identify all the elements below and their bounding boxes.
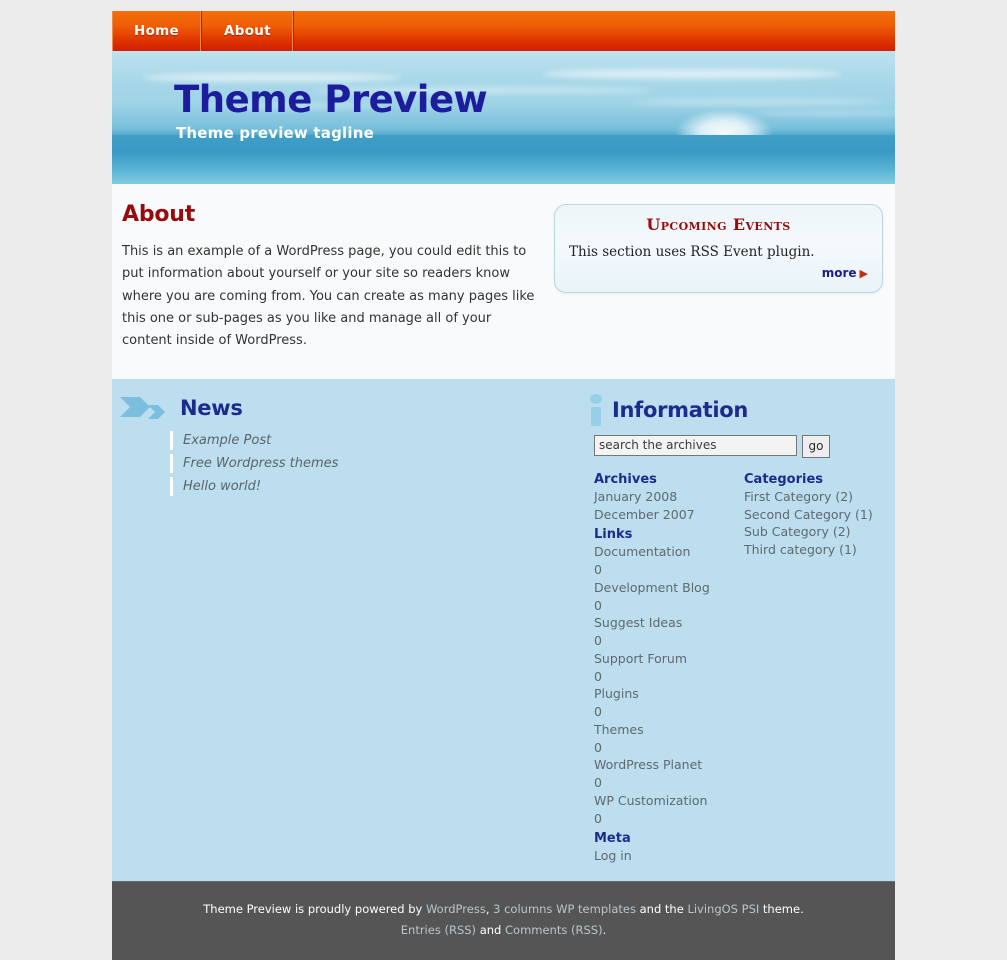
footer-line-2: Entries (RSS) and Comments (RSS). xyxy=(112,920,895,941)
search-input[interactable] xyxy=(594,434,797,456)
list-item-count: 0 xyxy=(594,810,602,826)
footer-text: and xyxy=(476,923,505,938)
upcoming-events-title: Upcoming Events xyxy=(646,215,791,234)
site-footer: Theme Preview is proudly powered by Word… xyxy=(112,881,895,960)
information-widget-title: Information xyxy=(612,397,749,422)
list-item[interactable]: Documentation xyxy=(594,543,744,561)
links-list: Documentation 0 Development Blog 0 Sugge… xyxy=(594,543,744,827)
search-form: go xyxy=(594,434,895,458)
list-item[interactable]: Development Blog xyxy=(594,579,744,597)
nav-item-home-label: Home xyxy=(134,23,179,39)
list-item[interactable]: Example Post xyxy=(170,430,588,450)
footer-link-wordpress[interactable]: WordPress xyxy=(426,902,486,916)
footer-text: Theme Preview is proudly powered by xyxy=(203,902,426,917)
archives-list: January 2008 December 2007 xyxy=(594,488,744,524)
list-item-count: 0 xyxy=(594,739,602,755)
upcoming-events-box: Upcoming Events This section uses RSS Ev… xyxy=(554,204,883,293)
information-widget-header: Information xyxy=(588,393,895,427)
nav-item-about-label: About xyxy=(224,23,271,39)
banner-text-block: Theme Preview Theme preview tagline xyxy=(174,78,488,142)
footer-text: and the xyxy=(635,902,688,917)
links-heading: Links xyxy=(594,527,633,543)
footer-link-entries-rss[interactable]: Entries (RSS) xyxy=(401,923,476,937)
nav-item-about[interactable]: About xyxy=(202,11,294,51)
list-item[interactable]: First Category (2) xyxy=(744,488,894,506)
cloud-decoration xyxy=(542,69,842,79)
list-item-count: 0 xyxy=(594,562,602,578)
header-banner: Theme Preview Theme preview tagline xyxy=(112,51,895,184)
information-column-left: Archives January 2008 December 2007 Link… xyxy=(594,468,744,865)
list-item[interactable]: Themes xyxy=(594,721,744,739)
page-body-text: This is an example of a WordPress page, … xyxy=(122,244,535,349)
list-item-count: 0 xyxy=(594,668,602,684)
meta-list: Log in xyxy=(594,847,744,865)
footer-text: theme. xyxy=(759,902,804,917)
footer-text: . xyxy=(602,923,607,938)
list-item[interactable]: Suggest Ideas xyxy=(594,614,744,632)
list-item-count: 0 xyxy=(594,597,602,613)
widget-band: News Example Post Free Wordpress themes … xyxy=(112,378,895,882)
more-label: more xyxy=(821,266,857,280)
archives-heading: Archives xyxy=(594,471,657,487)
categories-list: First Category (2) Second Category (1) S… xyxy=(744,488,894,559)
list-item-count: 0 xyxy=(594,633,602,649)
list-item[interactable]: Sub Category (2) xyxy=(744,523,894,541)
list-item[interactable]: Log in xyxy=(594,847,744,865)
content-band: About This is an example of a WordPress … xyxy=(112,184,895,379)
list-item[interactable]: WordPress Planet xyxy=(594,756,744,774)
cloud-decoration xyxy=(632,99,882,105)
list-item[interactable]: Free Wordpress themes xyxy=(170,453,588,473)
page-title: About xyxy=(122,202,196,227)
list-item-count: 0 xyxy=(594,775,602,791)
information-widget: Information go Archives January 2008 Dec… xyxy=(588,393,895,865)
upcoming-events-more-link[interactable]: more ▶ xyxy=(569,266,868,280)
top-navigation: Home About xyxy=(112,11,895,51)
list-item[interactable]: December 2007 xyxy=(594,506,744,524)
information-columns: Archives January 2008 December 2007 Link… xyxy=(588,468,895,865)
information-column-right: Categories First Category (2) Second Cat… xyxy=(744,468,894,865)
content-aside: Upcoming Events This section uses RSS Ev… xyxy=(542,202,895,353)
list-item[interactable]: Third category (1) xyxy=(744,541,894,559)
list-item[interactable]: WP Customization xyxy=(594,792,744,810)
nav-item-home[interactable]: Home xyxy=(112,11,202,51)
arrow-right-icon: ▶ xyxy=(859,267,868,280)
double-arrow-icon xyxy=(120,396,165,419)
info-i-icon xyxy=(590,393,602,426)
news-widget: News Example Post Free Wordpress themes … xyxy=(112,393,588,865)
site-title: Theme Preview xyxy=(174,78,488,121)
list-item[interactable]: Plugins xyxy=(594,685,744,703)
footer-link-comments-rss[interactable]: Comments (RSS) xyxy=(505,923,603,937)
cloud-decoration xyxy=(752,111,895,116)
footer-line-1: Theme Preview is proudly powered by Word… xyxy=(112,899,895,920)
page-content: About This is an example of a WordPress … xyxy=(112,202,542,353)
site-tagline: Theme preview tagline xyxy=(176,123,374,142)
search-go-button[interactable]: go xyxy=(802,434,830,458)
footer-link-theme[interactable]: LivingOS PSI xyxy=(687,902,759,916)
list-item[interactable]: January 2008 xyxy=(594,488,744,506)
list-item-count: 0 xyxy=(594,704,602,720)
list-item[interactable]: Hello world! xyxy=(170,476,588,496)
list-item[interactable]: Support Forum xyxy=(594,650,744,668)
news-widget-title: News xyxy=(180,395,243,420)
news-list: Example Post Free Wordpress themes Hello… xyxy=(118,430,588,496)
news-widget-header: News xyxy=(118,393,588,423)
categories-heading: Categories xyxy=(744,471,824,487)
list-item[interactable]: Second Category (1) xyxy=(744,506,894,524)
footer-link-templates[interactable]: 3 columns WP templates xyxy=(493,902,636,916)
page-wrapper: Home About Theme Preview Theme preview t… xyxy=(112,11,895,960)
sea-horizon xyxy=(112,135,895,184)
upcoming-events-text: This section uses RSS Event plugin. xyxy=(569,244,815,260)
meta-heading: Meta xyxy=(594,831,631,847)
